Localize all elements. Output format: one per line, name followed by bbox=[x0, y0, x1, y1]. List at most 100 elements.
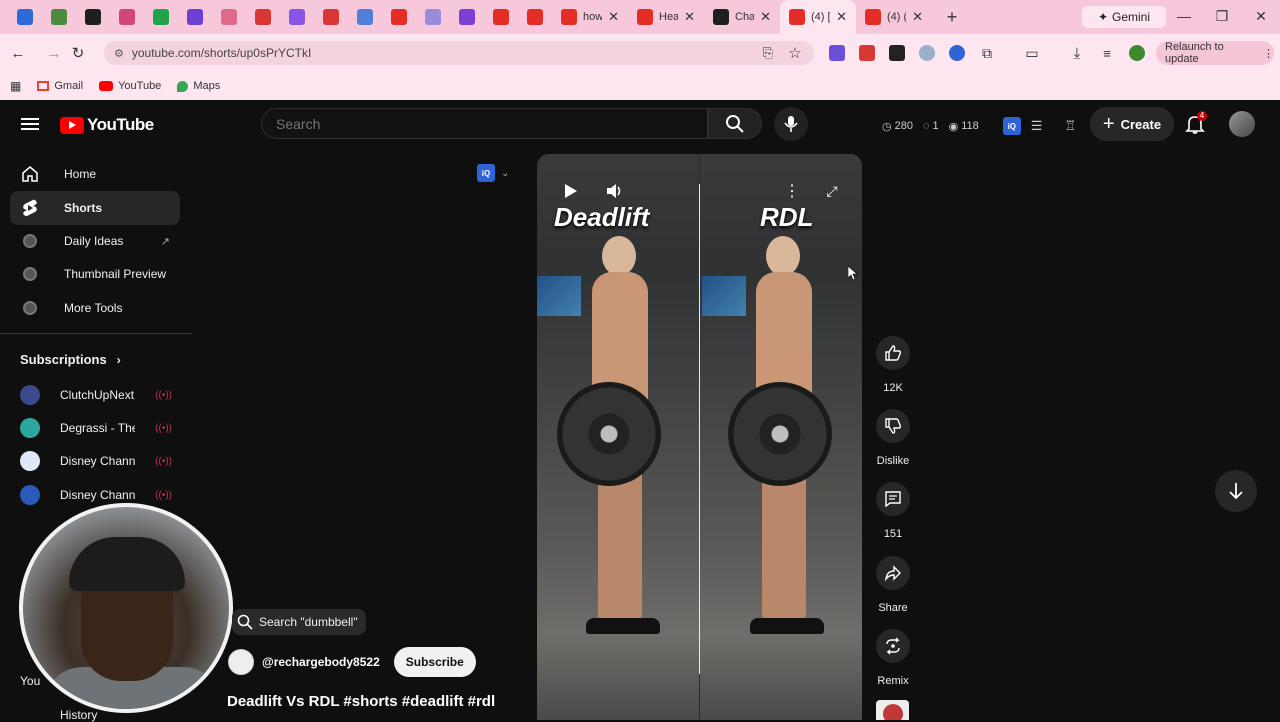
browser-tab[interactable] bbox=[518, 0, 552, 34]
search-suggestion-chip[interactable]: Search "dumbbell" bbox=[232, 609, 366, 635]
browser-tab[interactable] bbox=[280, 0, 314, 34]
browser-tab[interactable] bbox=[76, 0, 110, 34]
browser-tab[interactable]: (4) (✕ bbox=[856, 0, 932, 34]
reload-icon[interactable]: ↻ bbox=[68, 43, 88, 63]
apps-grid-icon[interactable]: ▦ bbox=[10, 79, 21, 93]
browser-tab[interactable] bbox=[348, 0, 382, 34]
maximize-button[interactable]: ❐ bbox=[1212, 8, 1232, 25]
dislike-action[interactable]: Dislike bbox=[868, 409, 918, 467]
browser-tab[interactable] bbox=[178, 0, 212, 34]
browser-tab[interactable] bbox=[382, 0, 416, 34]
browser-tab[interactable] bbox=[450, 0, 484, 34]
you-section-label[interactable]: You bbox=[20, 674, 40, 688]
maps-icon bbox=[177, 80, 189, 92]
search-button[interactable] bbox=[708, 108, 762, 139]
tab-close-icon[interactable]: ✕ bbox=[684, 9, 695, 25]
short-video-player[interactable]: Deadlift RDL ⋮ ⤢ bbox=[537, 154, 862, 720]
subscription-item[interactable]: Disney Channel ((•)) bbox=[20, 446, 172, 476]
back-icon[interactable]: ← bbox=[8, 43, 28, 63]
sidebar-item-home[interactable]: Home bbox=[10, 157, 180, 191]
more-options-icon[interactable]: ⋮ bbox=[779, 178, 805, 204]
site-info-icon[interactable]: ⚙ bbox=[114, 47, 124, 60]
install-app-icon[interactable]: ⎘ bbox=[758, 43, 778, 63]
browser-tab[interactable] bbox=[144, 0, 178, 34]
voice-search-button[interactable] bbox=[774, 107, 808, 141]
cast-icon[interactable]: ▭ bbox=[1022, 43, 1042, 63]
channel-avatar[interactable] bbox=[228, 649, 254, 675]
new-tab-button[interactable]: + bbox=[940, 7, 964, 28]
tab-close-icon[interactable]: ✕ bbox=[760, 9, 771, 25]
like-action[interactable]: 12K bbox=[868, 336, 918, 394]
media-control-icon[interactable]: ≡ bbox=[1097, 43, 1117, 63]
browser-tab[interactable] bbox=[484, 0, 518, 34]
relaunch-button[interactable]: Relaunch to update ⋮ bbox=[1156, 41, 1274, 65]
fullscreen-icon[interactable]: ⤢ bbox=[819, 178, 845, 204]
menu-icon[interactable] bbox=[20, 114, 40, 134]
subscription-item[interactable]: Degrassi - The O... ((•)) bbox=[20, 413, 172, 443]
extension-shield-icon[interactable] bbox=[919, 45, 935, 61]
comment-icon[interactable] bbox=[876, 482, 910, 516]
channel-name[interactable]: @rechargebody8522 bbox=[262, 655, 380, 669]
gemini-button[interactable]: ✦ Gemini bbox=[1082, 6, 1166, 28]
forward-icon[interactable]: → bbox=[44, 43, 64, 63]
trophy-icon[interactable]: ♖ bbox=[1064, 118, 1076, 134]
close-window-button[interactable]: ✕ bbox=[1251, 8, 1271, 25]
tab-close-icon[interactable]: ✕ bbox=[608, 9, 619, 25]
profile-icon[interactable] bbox=[1129, 45, 1145, 61]
browser-tab[interactable] bbox=[212, 0, 246, 34]
extension-vidiq-icon[interactable] bbox=[949, 45, 965, 61]
browser-tab[interactable] bbox=[42, 0, 76, 34]
tab-close-icon[interactable]: ✕ bbox=[912, 9, 923, 25]
browser-tab[interactable]: Cha ✕ bbox=[704, 0, 780, 34]
share-action[interactable]: Share bbox=[868, 556, 918, 614]
extension-red-icon[interactable] bbox=[859, 45, 875, 61]
create-button[interactable]: + Create bbox=[1090, 107, 1174, 141]
bookmark-gmail[interactable]: Gmail bbox=[37, 80, 83, 92]
volume-icon[interactable] bbox=[602, 178, 628, 204]
sound-channel-thumbnail[interactable] bbox=[876, 700, 909, 720]
comments-action[interactable]: 151 bbox=[868, 482, 918, 540]
browser-tab[interactable] bbox=[8, 0, 42, 34]
browser-tab[interactable] bbox=[110, 0, 144, 34]
subscription-item[interactable]: ClutchUpNext ((•)) bbox=[20, 380, 172, 410]
remix-action[interactable]: Remix bbox=[868, 629, 918, 687]
minimize-button[interactable]: — bbox=[1174, 8, 1194, 24]
video-caption[interactable]: Deadlift Vs RDL #shorts #deadlift #rdl bbox=[227, 693, 495, 710]
thumbs-up-icon[interactable] bbox=[876, 336, 910, 370]
bookmark-youtube[interactable]: YouTube bbox=[99, 80, 161, 92]
address-bar[interactable]: ⚙ youtube.com/shorts/up0sPrYCTkI bbox=[104, 41, 814, 65]
browser-tab[interactable]: how ✕ bbox=[552, 0, 628, 34]
list-icon[interactable]: ☰ bbox=[1031, 118, 1043, 134]
browser-tab[interactable]: Hea ✕ bbox=[628, 0, 704, 34]
browser-tab[interactable] bbox=[314, 0, 348, 34]
browser-tab[interactable]: (4) [✕ bbox=[780, 0, 856, 34]
extensions-puzzle-icon[interactable]: ⧉ bbox=[977, 43, 997, 63]
play-icon[interactable] bbox=[558, 178, 584, 204]
sidebar-item-shorts[interactable]: Shorts bbox=[10, 191, 180, 225]
next-short-button[interactable] bbox=[1215, 470, 1257, 512]
browser-tab[interactable] bbox=[416, 0, 450, 34]
thumbs-down-icon[interactable] bbox=[876, 409, 910, 443]
sidebar-item-more-tools[interactable]: More Tools bbox=[10, 291, 180, 325]
account-avatar[interactable] bbox=[1229, 111, 1255, 137]
youtube-logo[interactable]: YouTube bbox=[60, 115, 154, 135]
download-icon[interactable]: ⤓ bbox=[1067, 43, 1087, 63]
vidiq-player-menu[interactable]: iQ ⌄ bbox=[477, 160, 525, 186]
subscribe-button[interactable]: Subscribe bbox=[393, 647, 476, 677]
browser-tab[interactable] bbox=[246, 0, 280, 34]
remix-icon[interactable] bbox=[876, 629, 910, 663]
search-input[interactable] bbox=[276, 115, 676, 132]
vidiq-icon[interactable]: iQ bbox=[1002, 117, 1021, 135]
url-text: youtube.com/shorts/up0sPrYCTkI bbox=[131, 46, 312, 60]
share-icon[interactable] bbox=[876, 556, 910, 590]
bookmark-maps[interactable]: Maps bbox=[177, 80, 220, 92]
extension-twitch-icon[interactable] bbox=[829, 45, 845, 61]
sidebar-item-daily-ideas[interactable]: Daily Ideas ↗ bbox=[10, 224, 180, 258]
sidebar-item-thumbnail-preview[interactable]: Thumbnail Preview bbox=[10, 257, 180, 291]
extension-dark-icon[interactable] bbox=[889, 45, 905, 61]
subscriptions-heading[interactable]: Subscriptions › bbox=[20, 352, 121, 367]
tab-close-icon[interactable]: ✕ bbox=[836, 9, 847, 25]
channel-avatar bbox=[20, 451, 40, 471]
more-menu-icon[interactable]: ⋮ bbox=[1263, 47, 1274, 60]
bookmark-star-icon[interactable]: ☆ bbox=[785, 43, 805, 63]
